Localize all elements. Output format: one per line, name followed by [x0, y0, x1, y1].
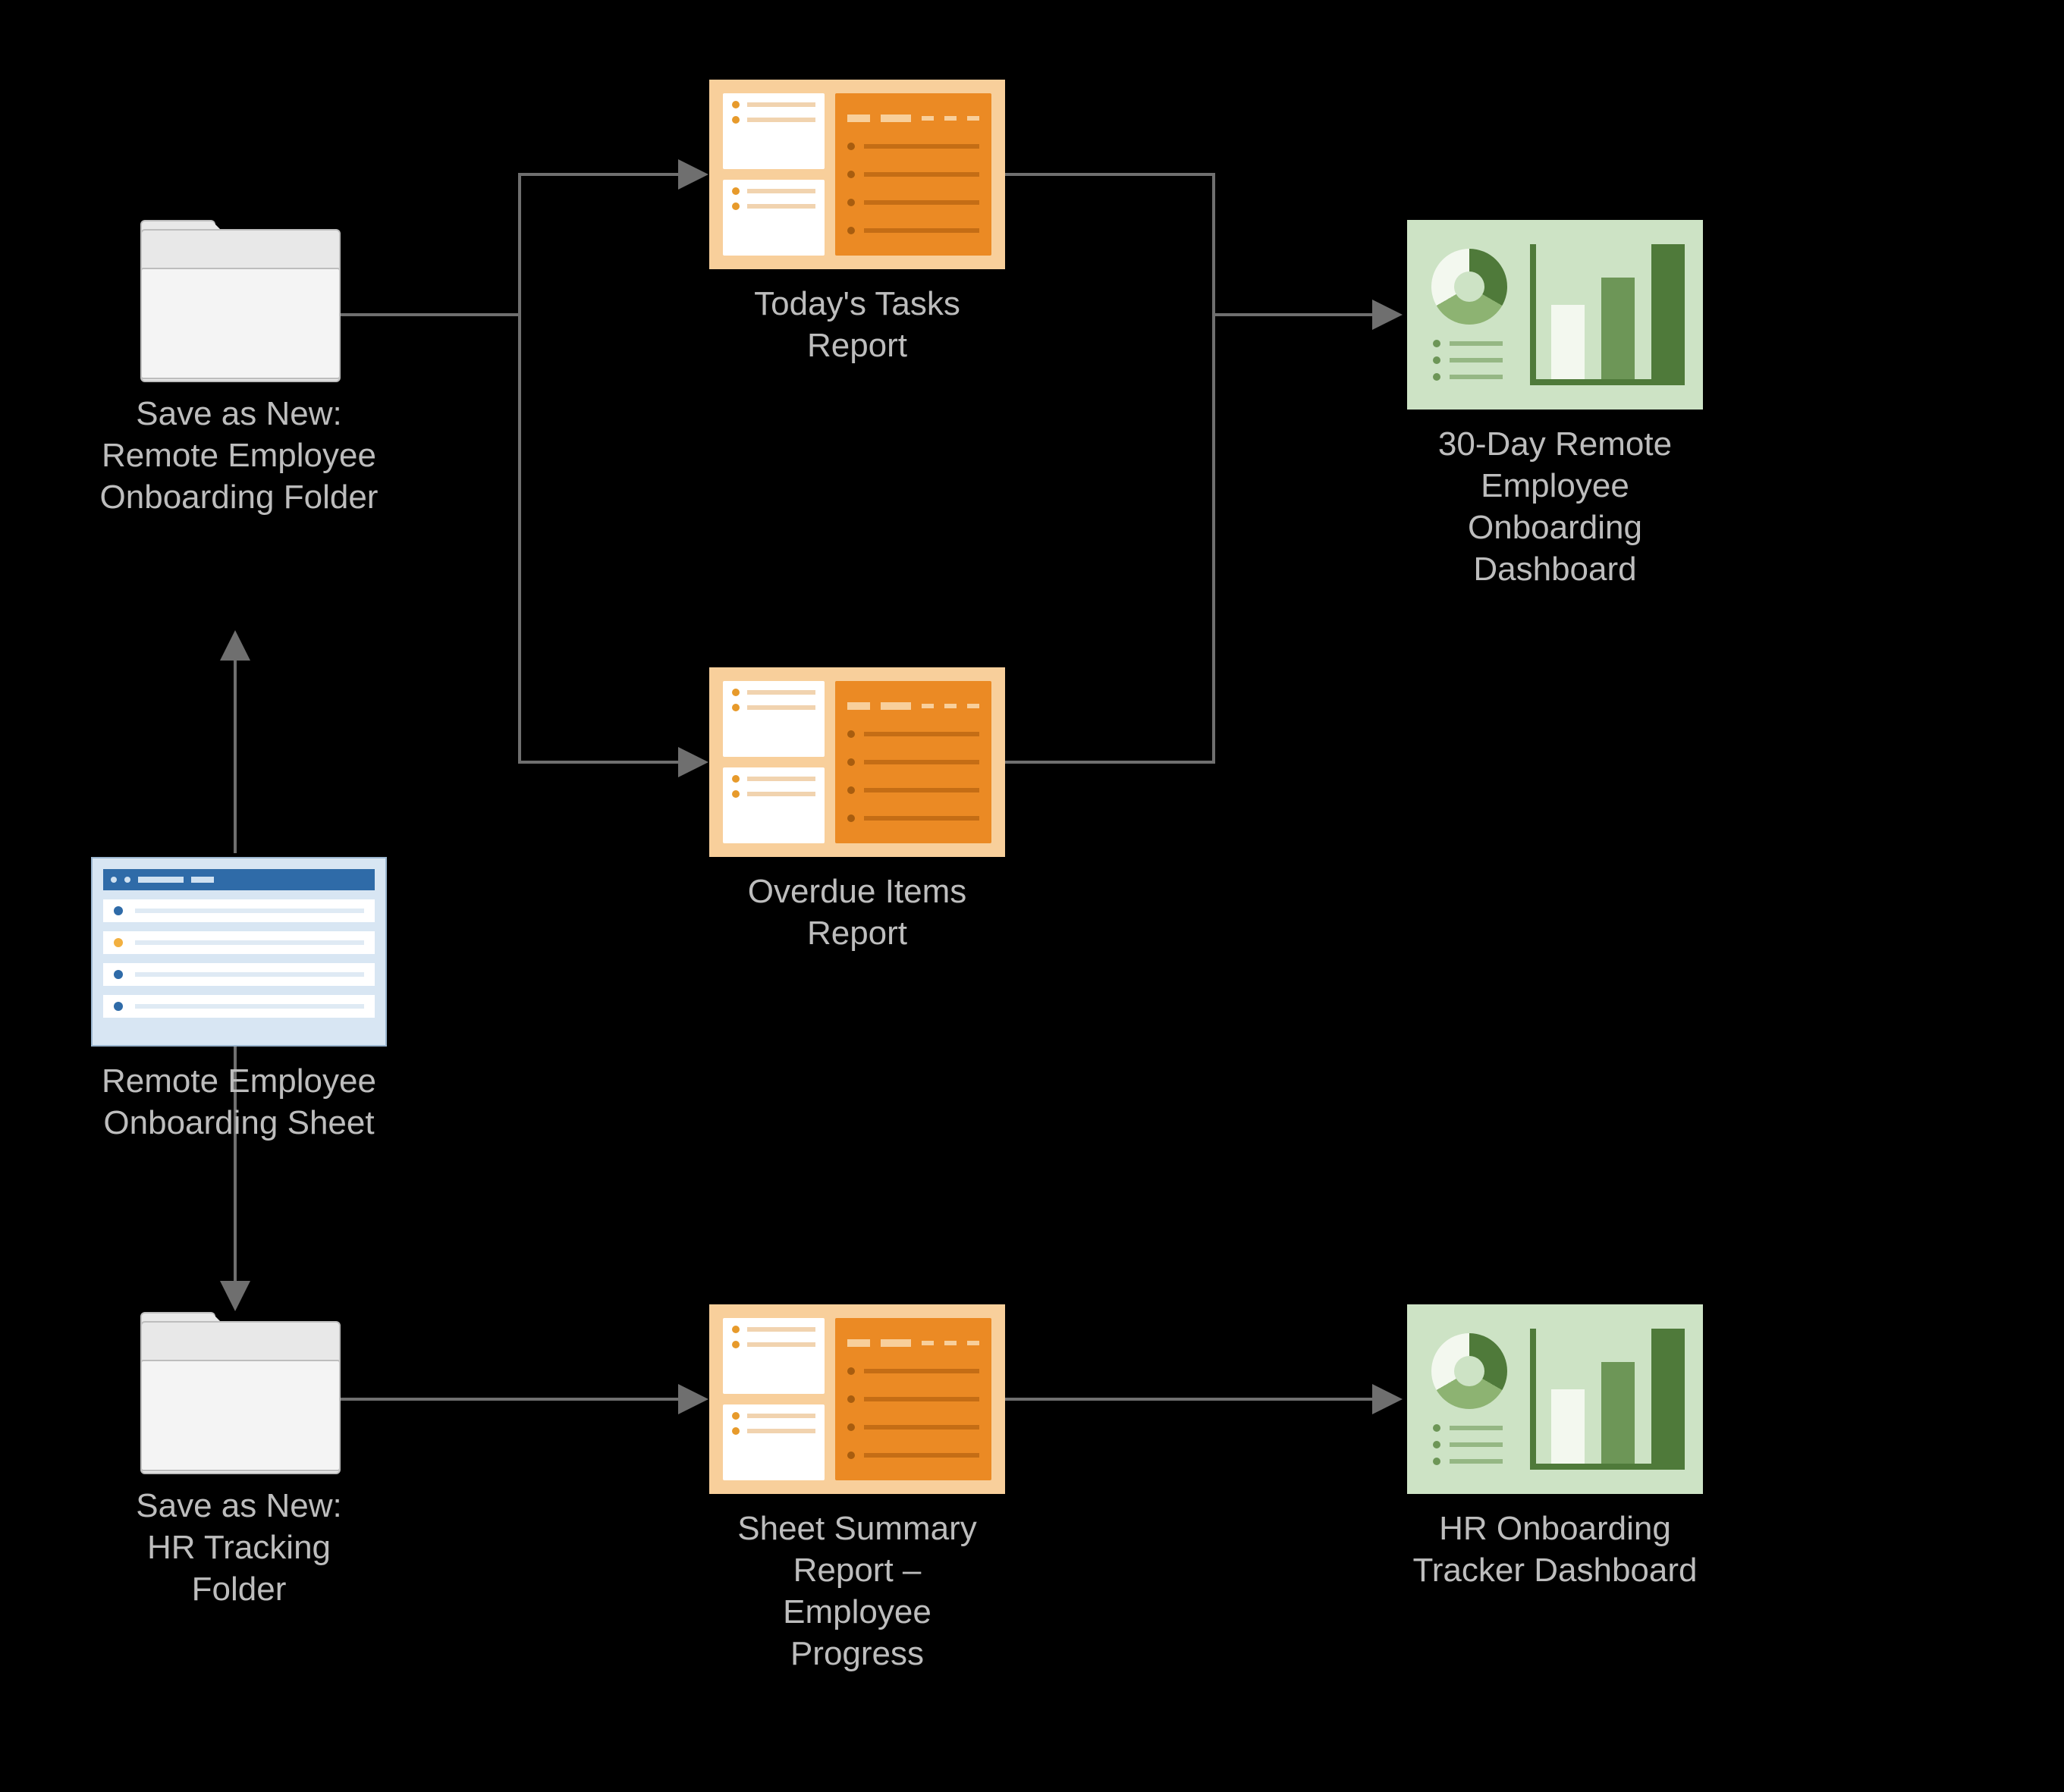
diagram-canvas: Save as New:Remote EmployeeOnboarding Fo…	[0, 0, 2064, 1792]
sheet-icon	[91, 857, 387, 1047]
node-dashboard-30day: 30-Day RemoteEmployeeOnboardingDashboard	[1403, 220, 1707, 590]
bar-chart-icon	[1530, 244, 1685, 386]
bar-chart-icon	[1530, 1329, 1685, 1470]
node-folder-hr-tracking: Save as New:HR TrackingFolder	[91, 1312, 387, 1610]
report-icon	[709, 80, 1005, 269]
pie-chart-icon	[1431, 1333, 1507, 1409]
folder-icon	[140, 220, 338, 379]
node-report-todays-tasks: Today's TasksReport	[705, 80, 1009, 366]
node-label: Overdue ItemsReport	[705, 871, 1009, 954]
node-label: Sheet SummaryReport –EmployeeProgress	[705, 1508, 1009, 1674]
node-label: Save as New:Remote EmployeeOnboarding Fo…	[91, 393, 387, 518]
node-sheet-remote-onboarding: Remote EmployeeOnboarding Sheet	[87, 857, 391, 1144]
report-icon	[709, 1304, 1005, 1494]
node-label: Today's TasksReport	[705, 283, 1009, 366]
node-label: Remote EmployeeOnboarding Sheet	[87, 1060, 391, 1144]
node-label: 30-Day RemoteEmployeeOnboardingDashboard	[1403, 423, 1707, 590]
node-report-overdue-items: Overdue ItemsReport	[705, 667, 1009, 954]
node-report-sheet-summary: Sheet SummaryReport –EmployeeProgress	[705, 1304, 1009, 1674]
node-dashboard-hr-tracker: HR OnboardingTracker Dashboard	[1403, 1304, 1707, 1591]
report-icon	[709, 667, 1005, 857]
node-folder-remote-onboarding: Save as New:Remote EmployeeOnboarding Fo…	[91, 220, 387, 518]
dashboard-icon	[1407, 1304, 1703, 1494]
pie-chart-icon	[1431, 249, 1507, 325]
dashboard-icon	[1407, 220, 1703, 410]
node-label: Save as New:HR TrackingFolder	[91, 1485, 387, 1610]
folder-icon	[140, 1312, 338, 1471]
node-label: HR OnboardingTracker Dashboard	[1403, 1508, 1707, 1591]
